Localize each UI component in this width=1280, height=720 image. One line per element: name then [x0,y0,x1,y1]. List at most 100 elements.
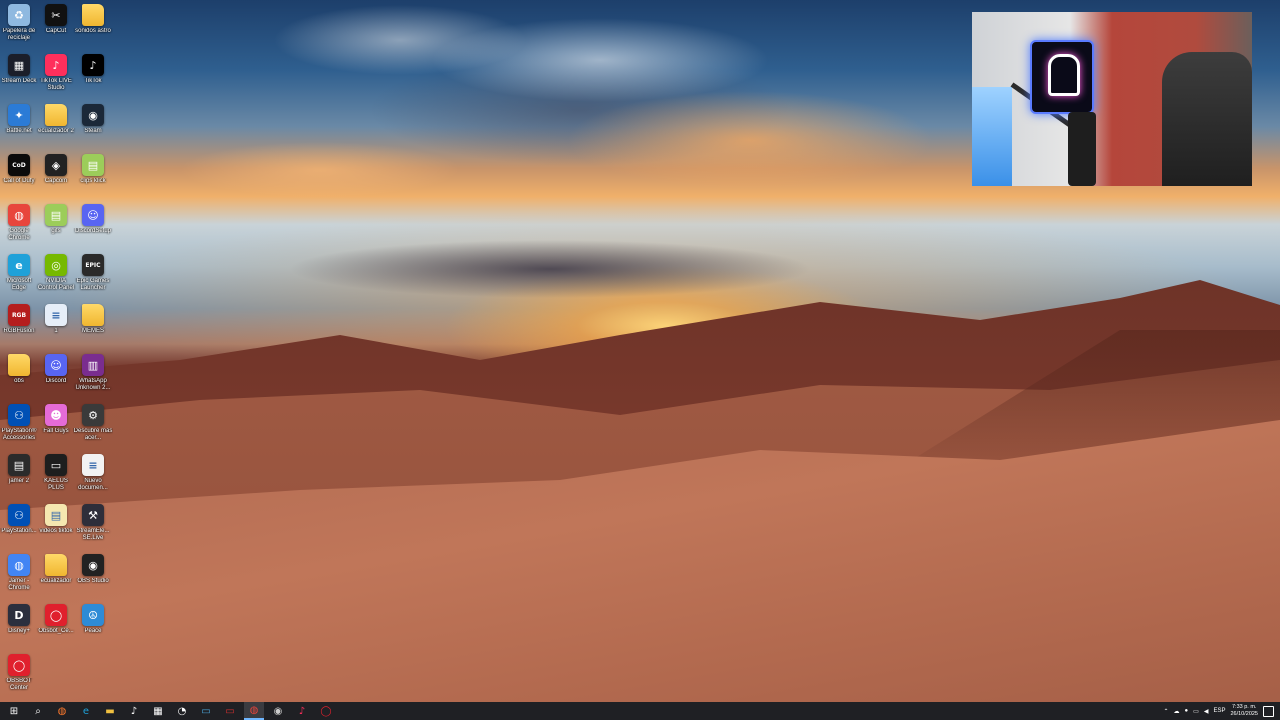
desktop-icon[interactable]: CoD Call of Duty [0,150,38,198]
desktop-icon-label: Jamer - Chrome [8,578,30,591]
desktop-icon-label: StreamEle... SE.Live [76,528,110,541]
obsbot-icon[interactable]: ◯ [316,702,336,720]
desktop-icon[interactable]: ◯ Obsbot_Ce... [37,600,75,648]
desktop-icon[interactable]: ≡ 1 [37,300,75,348]
search-icon[interactable]: ⌕ [28,702,48,720]
chevron-up-icon[interactable]: ⌃ [1164,708,1169,715]
desktop-icon[interactable]: ecualizador 2 [37,100,75,148]
chrome-icon[interactable]: ◍ [244,702,264,720]
nvidia-icon: ◎ [45,254,67,276]
chrome-profile-icon: ◍ [8,554,30,576]
desktop-icon-label: Google Chrome [8,228,30,241]
desktop-icon[interactable]: ◍ Jamer - Chrome [0,550,38,598]
tiktok-icon: ♪ [82,54,104,76]
taskbar-apps: ⊞ ⌕ ◍ e ▬ ♪ ▦ ◔ ▭ ▭ ◍ ◉ ♪ ◯ [0,702,336,720]
recycle-bin-icon: ♻ [8,4,30,26]
desktop-icon-label: CapCut [45,28,67,34]
desktop-icon-label: Discord [45,378,67,384]
app-window-icon[interactable]: ▭ [196,702,216,720]
desktop-icon-label: videos tiktok [39,528,73,534]
desktop-icon-label: WhatsApp Unknown 2... [75,378,111,391]
desktop-icon[interactable]: ▦ Stream Deck [0,50,38,98]
archive-icon: ▤ [82,154,104,176]
file-explorer-icon[interactable]: ▬ [100,702,120,720]
tiktok-live-icon: ♪ [45,54,67,76]
desktop-icon[interactable]: ◉ Steam [74,100,112,148]
desktop-icon[interactable]: ♻ Papelera de reciclaje [0,0,38,48]
desktop-icon[interactable]: ▤ videos tiktok [37,500,75,548]
desktop-icon[interactable]: ♪ TikTok LIVE Studio [37,50,75,98]
app-browser-icon[interactable]: ◍ [52,702,72,720]
desktop-icon-label: MEMES [81,328,104,334]
tiktok-live-icon[interactable]: ♪ [292,702,312,720]
clock[interactable]: 7:33 p. m. 26/10/2025 [1230,704,1258,718]
desktop-icon-label: Capcom [44,178,68,184]
desktop-icon[interactable]: ◯ OBSBOT Center [0,650,38,698]
desktop-icon[interactable]: ✂ CapCut [37,0,75,48]
desktop-icon[interactable]: ⚒ StreamEle... SE.Live [74,500,112,548]
desktop-icon[interactable]: ◍ Google Chrome [0,200,38,248]
desktop-icon[interactable]: EPIC Epic Games Launcher [74,250,112,298]
desktop-icon[interactable]: ▭ KAELUS PLUS [37,450,75,498]
desktop-icon[interactable]: MEMES [74,300,112,348]
start-button[interactable]: ⊞ [4,702,24,720]
folder-icon [45,104,67,126]
volume-icon[interactable]: ◀ [1204,708,1209,715]
desktop-icon[interactable]: ◉ OBS Studio [74,550,112,598]
desktop-icon[interactable]: sonidos astro [74,0,112,48]
desktop-icon[interactable]: ▤ gifs [37,200,75,248]
tiktok-icon[interactable]: ♪ [124,702,144,720]
stream-deck-icon[interactable]: ▦ [148,702,168,720]
network-icon[interactable]: ▭ [1193,708,1199,715]
desktop-icon[interactable]: obs [0,350,38,398]
desktop-icon[interactable]: e Microsoft Edge [0,250,38,298]
desktop-icon-label: clips klick [80,178,106,184]
desktop-icon[interactable]: ⚙ Descubre más acer... [74,400,112,448]
language-indicator[interactable]: ESP [1213,708,1225,714]
fall-guys-icon: ☻ [45,404,67,426]
desktop-icon-label: gifs [51,228,61,234]
desktop-icon[interactable]: ◈ Capcom [37,150,75,198]
desktop-icon[interactable]: D Disney+ [0,600,38,648]
desktop-icon-label: Microsoft Edge [6,278,32,291]
webcam-overlay [972,12,1252,186]
desktop-icon[interactable]: ▥ WhatsApp Unknown 2... [74,350,112,398]
speedtest-icon[interactable]: ◔ [172,702,192,720]
desktop-icon[interactable]: ⚇ PlayStation® Accessories [0,400,38,448]
desktop-icon[interactable]: ecualizador [37,550,75,598]
desktop-icon-label: PlayStation... [1,528,37,534]
clock-date: 26/10/2025 [1230,711,1258,717]
desktop-icon[interactable]: ☻ Fall Guys [37,400,75,448]
desktop-icon[interactable]: ☺ DiscordSetup [74,200,112,248]
obs-icon[interactable]: ◉ [268,702,288,720]
desktop-icon[interactable]: ✦ Battle.net [0,100,38,148]
desktop-icon[interactable]: ☺ Discord [37,350,75,398]
desktop-icon-label: Epic Games Launcher [76,278,110,291]
microphone-icon[interactable]: ● [1185,708,1189,714]
desktop-icon-label: Steam [84,128,102,134]
desktop-icon[interactable]: RGB RGBFusion [0,300,38,348]
call-of-duty-icon: CoD [8,154,30,176]
desktop-icon[interactable]: ◎ NVIDIA Control Panel [37,250,75,298]
desktop-icon[interactable]: ☮ Peace [74,600,112,648]
desktop-icon-label: Nuevo documen... [78,478,108,491]
desktop-icon[interactable]: ≡ Nuevo documen... [74,450,112,498]
stream-deck-icon: ▦ [8,54,30,76]
disney-plus-icon: D [8,604,30,626]
archive-icon: ▤ [8,454,30,476]
desktop-icon[interactable]: ▤ jamer 2 [0,450,38,498]
desktop-icon[interactable]: ♪ TikTok [74,50,112,98]
text-document-icon: ≡ [82,454,104,476]
wallpaper-clouds [100,0,1000,210]
cloud-icon[interactable]: ☁ [1174,708,1180,715]
desktop-icon-label: DiscordSetup [74,228,112,234]
edge-icon[interactable]: e [76,702,96,720]
kaelus-icon[interactable]: ▭ [220,702,240,720]
desktop-icon[interactable]: ▤ clips klick [74,150,112,198]
obs-icon: ◉ [82,554,104,576]
desktop-icon-label: NVIDIA Control Panel [37,278,75,291]
chrome-icon: ◍ [8,204,30,226]
discord-icon: ☺ [82,204,104,226]
desktop-icon[interactable]: ⚇ PlayStation... [0,500,38,548]
notifications-icon[interactable] [1263,705,1274,717]
